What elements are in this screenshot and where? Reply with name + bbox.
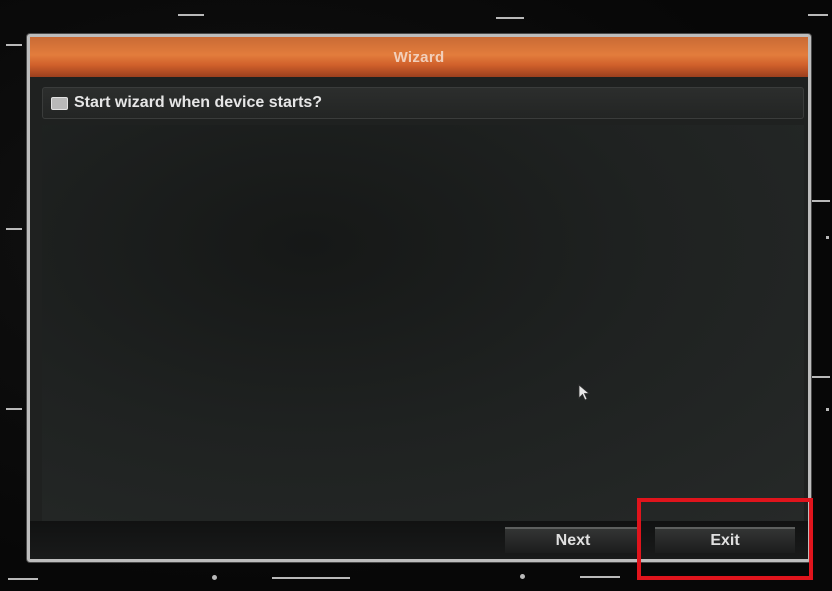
edge-tick [212,575,217,580]
edge-tick [826,236,829,239]
edge-tick [272,577,350,579]
edge-tick [6,228,22,230]
edge-tick [6,408,22,410]
wizard-content-area [42,125,804,521]
edge-tick [496,17,524,19]
next-button[interactable]: Next [505,527,641,553]
dialog-title: Wizard [393,48,445,66]
wizard-dialog: Wizard Start wizard when device starts? … [27,34,811,562]
start-wizard-option-label: Start wizard when device starts? [74,94,323,111]
edge-tick [580,576,620,578]
edge-tick [8,578,38,580]
dialog-title-bar: Wizard [30,37,808,77]
monitor-screen: Wizard Start wizard when device starts? … [0,0,832,591]
checkbox-icon[interactable] [51,96,68,110]
edge-tick [520,574,525,579]
edge-tick [826,408,829,411]
edge-tick [178,14,204,16]
edge-tick [812,376,830,378]
edge-tick [812,200,830,202]
edge-tick [6,44,22,46]
mouse-pointer-icon [578,384,591,401]
start-wizard-option-row[interactable]: Start wizard when device starts? [42,87,804,119]
exit-highlight-box [637,498,813,580]
edge-tick [808,14,828,16]
